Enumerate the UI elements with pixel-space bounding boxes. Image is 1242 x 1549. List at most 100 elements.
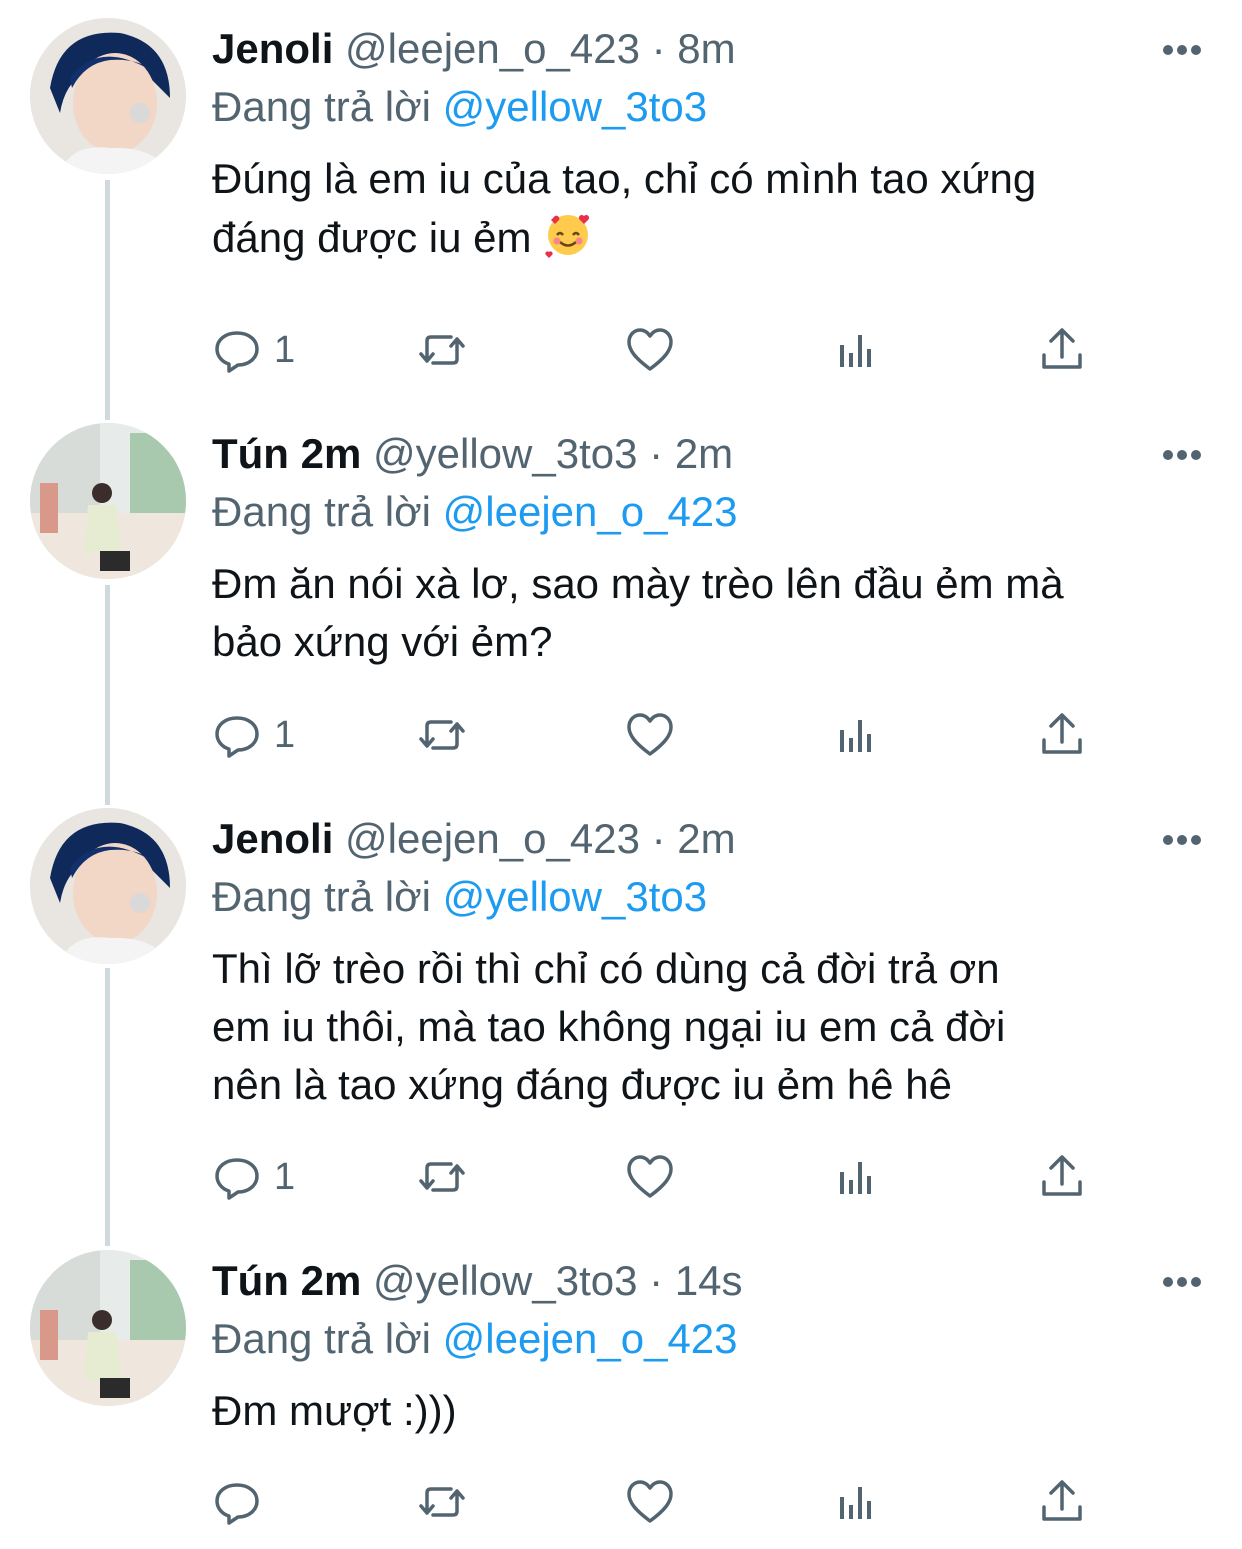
like-button[interactable] xyxy=(625,710,675,760)
jenoli-avatar xyxy=(30,18,186,174)
like-icon xyxy=(627,1155,673,1198)
user-handle[interactable]: @leejen_o_423 xyxy=(345,25,640,72)
avatar[interactable] xyxy=(30,1250,186,1406)
analytics-icon xyxy=(840,1162,871,1194)
retweet-icon xyxy=(419,1162,465,1192)
reply-icon xyxy=(215,331,259,373)
tweet-text-line: bảo xứng với ẻm? xyxy=(212,618,553,665)
reply-button[interactable]: 1 xyxy=(212,1152,295,1202)
tweet-text-line: em iu thôi, mà tao không ngại iu em cả đ… xyxy=(212,1003,1006,1050)
reply-count: 1 xyxy=(274,1155,296,1198)
tweet-text-line: Đm ăn nói xà lơ, sao mày trèo lên đầu ẻm… xyxy=(212,560,1064,607)
tweet[interactable]: Jenoli @leejen_o_423 · 2m Đang trả lời @… xyxy=(0,790,1242,1230)
smiling-face-with-hearts-icon xyxy=(545,214,590,258)
tweet-text: Thì lỡ trèo rồi thì chỉ có dùng cả đời t… xyxy=(212,940,1212,1114)
more-icon[interactable] xyxy=(1162,1276,1202,1288)
replying-to: Đang trả lời @leejen_o_423 xyxy=(212,483,1202,541)
tweet-text-line: Thì lỡ trèo rồi thì chỉ có dùng cả đời t… xyxy=(212,945,1000,992)
more-icon[interactable] xyxy=(1162,834,1202,846)
replying-to: Đang trả lời @yellow_3to3 xyxy=(212,868,1202,926)
analytics-icon xyxy=(840,720,871,752)
reply-count: 1 xyxy=(274,328,296,371)
like-button[interactable] xyxy=(625,1477,675,1527)
display-name[interactable]: Jenoli xyxy=(212,815,333,862)
tweet[interactable]: Tún 2m @yellow_3to3 · 2m Đang trả lời @l… xyxy=(0,405,1242,790)
analytics-button[interactable] xyxy=(832,1152,882,1202)
separator-dot: · xyxy=(651,815,666,862)
reply-button[interactable] xyxy=(212,1477,274,1527)
analytics-icon xyxy=(840,1487,871,1519)
display-name[interactable]: Tún 2m xyxy=(212,430,361,477)
separator-dot: · xyxy=(649,1257,664,1304)
like-button[interactable] xyxy=(625,325,675,375)
analytics-button[interactable] xyxy=(832,1477,882,1527)
replying-to-label: Đang trả lời xyxy=(212,488,431,535)
replying-to-label: Đang trả lời xyxy=(212,1315,431,1362)
reply-icon xyxy=(215,1483,259,1525)
reply-mention[interactable]: @yellow_3to3 xyxy=(443,873,707,920)
retweet-button[interactable] xyxy=(417,710,467,760)
user-handle[interactable]: @yellow_3to3 xyxy=(373,1257,637,1304)
share-button[interactable] xyxy=(1037,710,1087,760)
reply-mention[interactable]: @leejen_o_423 xyxy=(443,488,738,535)
reply-button[interactable]: 1 xyxy=(212,710,295,760)
like-icon xyxy=(627,1480,673,1523)
replying-to-label: Đang trả lời xyxy=(212,873,431,920)
tweet-text: Đm ăn nói xà lơ, sao mày trèo lên đầu ẻm… xyxy=(212,555,1212,671)
separator-dot: · xyxy=(651,25,666,72)
like-button[interactable] xyxy=(625,1152,675,1202)
replying-to: Đang trả lời @leejen_o_423 xyxy=(212,1310,1202,1368)
tweet-text: Đúng là em iu của tao, chỉ có mình tao x… xyxy=(212,150,1212,267)
display-name[interactable]: Tún 2m xyxy=(212,1257,361,1304)
timestamp[interactable]: 2m xyxy=(677,815,735,862)
tweet[interactable]: Tún 2m @yellow_3to3 · 14s Đang trả lời @… xyxy=(0,1232,1242,1549)
share-icon xyxy=(1042,1480,1082,1521)
reply-mention[interactable]: @yellow_3to3 xyxy=(443,83,707,130)
more-icon[interactable] xyxy=(1162,449,1202,461)
share-icon xyxy=(1042,1155,1082,1196)
avatar[interactable] xyxy=(30,18,186,174)
retweet-button[interactable] xyxy=(417,1152,467,1202)
analytics-button[interactable] xyxy=(832,325,882,375)
share-button[interactable] xyxy=(1037,1477,1087,1527)
retweet-button[interactable] xyxy=(417,1477,467,1527)
avatar[interactable] xyxy=(30,808,186,964)
share-button[interactable] xyxy=(1037,1152,1087,1202)
avatar[interactable] xyxy=(30,423,186,579)
tun-avatar xyxy=(30,1250,186,1406)
tweet[interactable]: Jenoli @leejen_o_423 · 8m Đang trả lời @… xyxy=(0,0,1242,400)
timestamp[interactable]: 14s xyxy=(675,1257,743,1304)
more-icon[interactable] xyxy=(1162,44,1202,56)
reply-count: 1 xyxy=(274,713,296,756)
tweet-text-line: Đm mượt :))) xyxy=(212,1387,457,1434)
jenoli-avatar xyxy=(30,808,186,964)
analytics-icon xyxy=(840,335,871,367)
tweet-text-line: Đúng là em iu của tao, chỉ có mình tao x… xyxy=(212,155,1037,202)
share-icon xyxy=(1042,713,1082,754)
retweet-button[interactable] xyxy=(417,325,467,375)
timestamp[interactable]: 8m xyxy=(677,25,735,72)
user-handle[interactable]: @leejen_o_423 xyxy=(345,815,640,862)
tun-avatar xyxy=(30,423,186,579)
reply-mention[interactable]: @leejen_o_423 xyxy=(443,1315,738,1362)
like-icon xyxy=(627,713,673,756)
reply-icon xyxy=(215,1158,259,1200)
tweet-text-line: nên là tao xứng đáng được iu ẻm hê hê xyxy=(212,1061,952,1108)
tweet-text-line: đáng được iu ẻm xyxy=(212,214,532,261)
separator-dot: · xyxy=(649,430,664,477)
reply-button[interactable]: 1 xyxy=(212,325,295,375)
timestamp[interactable]: 2m xyxy=(675,430,733,477)
replying-to: Đang trả lời @yellow_3to3 xyxy=(212,78,1202,136)
replying-to-label: Đang trả lời xyxy=(212,83,431,130)
reply-icon xyxy=(215,716,259,758)
share-button[interactable] xyxy=(1037,325,1087,375)
analytics-button[interactable] xyxy=(832,710,882,760)
user-handle[interactable]: @yellow_3to3 xyxy=(373,430,637,477)
like-icon xyxy=(627,328,673,371)
tweet-text: Đm mượt :))) xyxy=(212,1382,1212,1440)
retweet-icon xyxy=(419,335,465,365)
retweet-icon xyxy=(419,1487,465,1517)
retweet-icon xyxy=(419,720,465,750)
share-icon xyxy=(1042,328,1082,369)
display-name[interactable]: Jenoli xyxy=(212,25,333,72)
